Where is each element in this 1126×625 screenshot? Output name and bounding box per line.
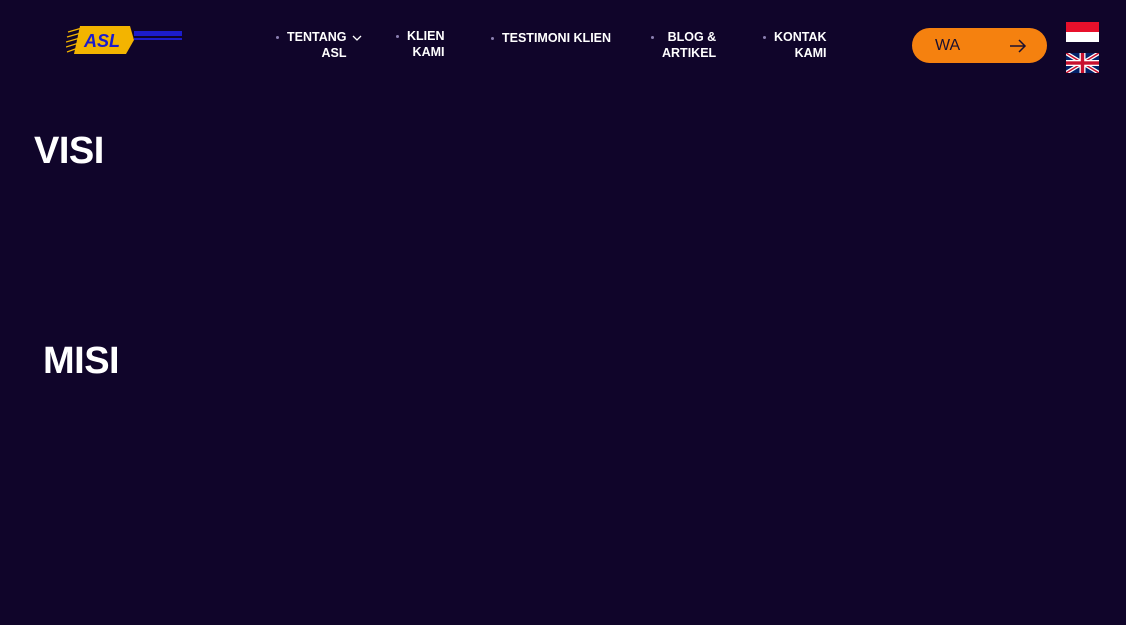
asl-logo-icon: ASL xyxy=(65,26,182,54)
nav-testimoni-klien[interactable]: TESTIMONI KLIEN xyxy=(491,30,611,46)
nav-tentang-asl[interactable]: TENTANG ASL xyxy=(276,29,362,61)
nav-label: BLOG & ARTIKEL xyxy=(662,29,716,61)
chevron-down-icon xyxy=(352,35,361,41)
visi-heading: VISI xyxy=(34,130,104,172)
arrow-right-icon xyxy=(1010,38,1027,53)
uk-flag-icon[interactable] xyxy=(1066,53,1099,73)
wa-button[interactable]: WA xyxy=(912,28,1047,63)
nav-bullet-icon xyxy=(763,36,766,39)
nav-klien-kami[interactable]: KLIEN KAMI xyxy=(396,28,445,60)
page: ASL TENTANG ASL KLIEN KAMI TESTIMONI KLI… xyxy=(0,0,1126,625)
nav-label-line1: KONTAK xyxy=(774,30,827,44)
nav-label-line2: KAMI xyxy=(412,45,445,59)
nav-label-line2: KAMI xyxy=(794,46,827,60)
nav-label: TESTIMONI KLIEN xyxy=(502,31,612,45)
nav-blog-artikel[interactable]: BLOG & ARTIKEL xyxy=(651,29,716,61)
nav-bullet-icon xyxy=(491,37,494,40)
nav-label: KLIEN KAMI xyxy=(407,28,445,60)
nav-bullet-icon xyxy=(651,36,654,39)
nav-label-line1: BLOG & xyxy=(667,30,717,44)
nav-bullet-icon xyxy=(396,35,399,38)
nav-kontak-kami[interactable]: KONTAK KAMI xyxy=(763,29,827,61)
nav-label-line2: ASL xyxy=(321,46,347,60)
asl-logo[interactable]: ASL xyxy=(65,22,184,58)
nav-bullet-icon xyxy=(276,36,279,39)
misi-heading: MISI xyxy=(43,340,120,382)
indonesia-flag-icon[interactable] xyxy=(1066,22,1099,42)
asl-logo-text: ASL xyxy=(83,31,120,51)
nav-label: TENTANG ASL xyxy=(287,29,347,61)
nav-label-line1: KLIEN xyxy=(407,29,445,43)
wa-button-label: WA xyxy=(935,36,961,54)
nav-label: KONTAK KAMI xyxy=(774,29,827,61)
nav-label-line2: ARTIKEL xyxy=(662,46,717,60)
nav-label-line1: TENTANG xyxy=(287,30,347,44)
